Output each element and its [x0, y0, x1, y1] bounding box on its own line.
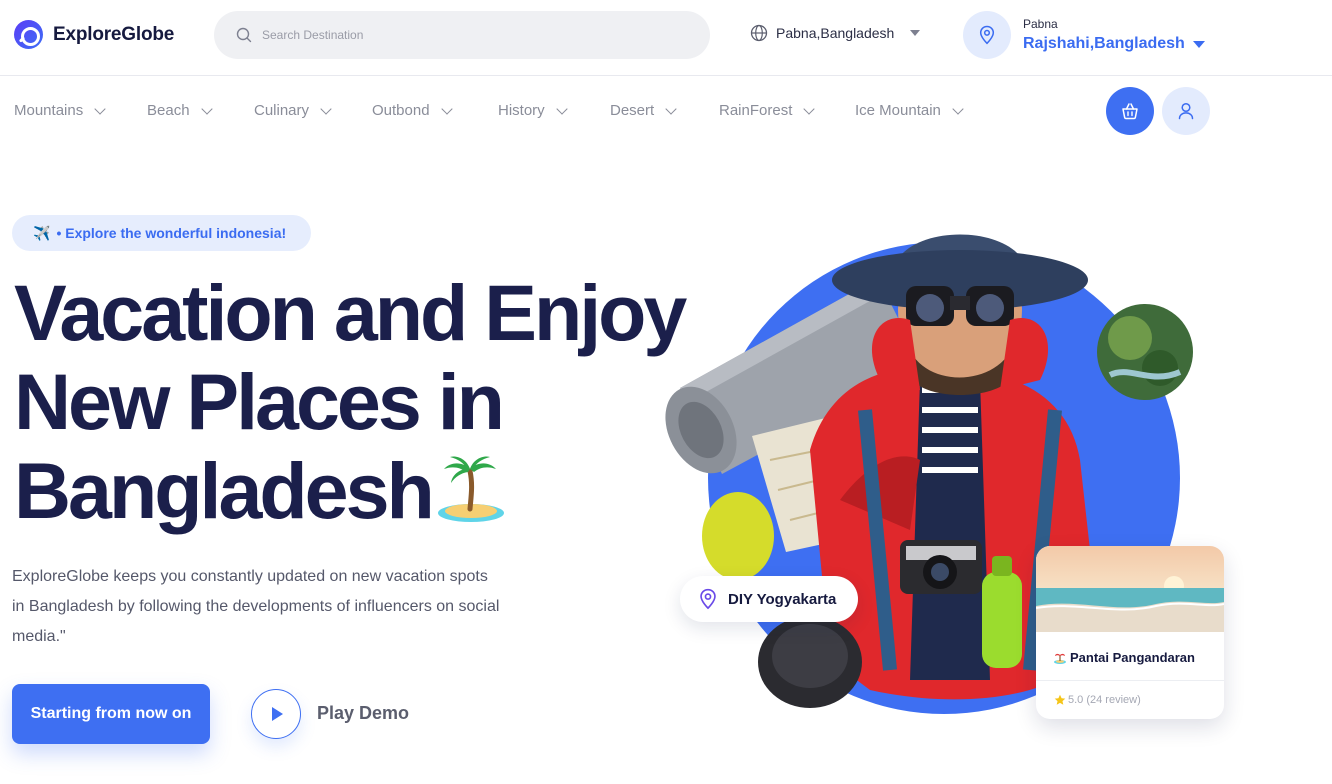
- nav-item-ice-mountain[interactable]: Ice Mountain: [855, 102, 964, 119]
- hero-description: ExploreGlobe keeps you constantly update…: [12, 568, 500, 645]
- play-demo-label[interactable]: Play Demo: [317, 703, 409, 724]
- location-subtitle: Pabna: [1023, 17, 1058, 31]
- beach-photo: [1036, 546, 1224, 632]
- nav-item-history[interactable]: History: [498, 102, 568, 119]
- nav-item-label: Beach: [147, 102, 190, 119]
- brand-logo[interactable]: ExploreGlobe: [14, 20, 174, 49]
- nav-item-label: Desert: [610, 102, 655, 119]
- hero-badge: ✈️ • Explore the wonderful indonesia!: [12, 215, 311, 251]
- hero-title-line-3-wrap: Bangladesh: [14, 446, 694, 535]
- globe-icon: [750, 24, 768, 42]
- nav-item-culinary[interactable]: Culinary: [254, 102, 332, 119]
- nav-item-label: Culinary: [254, 102, 310, 119]
- logo-icon: [14, 20, 43, 49]
- nav-item-desert[interactable]: Desert: [610, 102, 677, 119]
- location-pin-icon: [700, 588, 716, 610]
- yellow-pot: [702, 492, 774, 580]
- chevron-down-icon: [440, 102, 453, 115]
- destination-card-pangandaran[interactable]: Pantai Pangandaran 5.0 (24 review): [1036, 546, 1224, 719]
- starting-now-button[interactable]: Starting from now on: [12, 684, 210, 744]
- brand-name: ExploreGlobe: [53, 23, 175, 45]
- nav-item-label: Mountains: [14, 102, 84, 119]
- nav-item-label: History: [498, 102, 545, 119]
- chevron-down-icon: [803, 102, 816, 115]
- category-nav: Mountains Beach Culinary Outbond History…: [0, 94, 1000, 128]
- search-bar[interactable]: [214, 11, 710, 59]
- hero-title: Vacation and Enjoy New Places in Banglad…: [14, 268, 694, 535]
- user-profile-button[interactable]: [1162, 87, 1210, 135]
- diy-yogyakarta-chip[interactable]: DIY Yogyakarta: [680, 576, 858, 622]
- diy-yogyakarta-label: DIY Yogyakarta: [728, 590, 837, 608]
- language-location-selector[interactable]: Pabna,Bangladesh: [750, 24, 921, 42]
- play-demo-button[interactable]: [251, 689, 301, 739]
- destination-name-label: Pantai Pangandaran: [1070, 650, 1195, 665]
- chevron-down-icon: [665, 102, 677, 115]
- cart-button[interactable]: [1106, 87, 1154, 135]
- airplane-icon: ✈️: [33, 224, 51, 241]
- jungle-photo-thumbnail: [1097, 304, 1193, 400]
- location-selector[interactable]: Rajshahi,Bangladesh: [1023, 35, 1205, 53]
- nav-item-beach[interactable]: Beach: [147, 102, 213, 119]
- location-main-label: Rajshahi,Bangladesh: [1023, 35, 1185, 52]
- star-icon: [1054, 694, 1066, 705]
- hero-title-line-2: New Places in: [14, 357, 505, 446]
- hero-title-line-3: Bangladesh: [14, 446, 435, 535]
- chevron-down-icon: [200, 102, 213, 115]
- destination-name: Pantai Pangandaran: [1054, 650, 1195, 665]
- top-header: ExploreGlobe Pabna,Bangladesh Pabna Rajs…: [0, 0, 1332, 76]
- destination-rating: 5.0 (24 review): [1054, 694, 1141, 706]
- user-icon: [1178, 102, 1194, 120]
- hero-title-line-1: Vacation and Enjoy: [14, 268, 687, 357]
- chevron-down-icon: [952, 102, 964, 115]
- chevron-down-icon: [94, 102, 106, 115]
- island-emoji-icon: [1054, 653, 1066, 664]
- card-divider: [1036, 680, 1224, 681]
- nav-item-rainforest[interactable]: RainForest: [719, 102, 816, 119]
- island-emoji-icon: [437, 456, 504, 522]
- basket-icon: [1122, 103, 1138, 120]
- chevron-down-icon: [556, 102, 568, 115]
- chevron-down-icon: [1192, 40, 1205, 48]
- nav-item-outbond[interactable]: Outbond: [372, 102, 453, 119]
- search-icon: [236, 27, 252, 43]
- nav-item-mountains[interactable]: Mountains: [14, 102, 106, 119]
- destination-rating-label: 5.0 (24 review): [1068, 694, 1141, 706]
- location-pin-icon: [979, 25, 995, 45]
- location-button[interactable]: [963, 11, 1011, 59]
- chevron-down-icon: [320, 102, 332, 115]
- nav-item-label: RainForest: [719, 102, 793, 119]
- search-input[interactable]: [262, 28, 662, 42]
- chevron-down-icon: [910, 30, 921, 36]
- nav-item-label: Ice Mountain: [855, 102, 941, 119]
- camera-icon: [900, 540, 982, 594]
- nav-item-label: Outbond: [372, 102, 430, 119]
- hero-badge-text: • Explore the wonderful indonesia!: [56, 225, 287, 241]
- language-location-label: Pabna,Bangladesh: [776, 25, 895, 41]
- play-icon: [272, 707, 283, 721]
